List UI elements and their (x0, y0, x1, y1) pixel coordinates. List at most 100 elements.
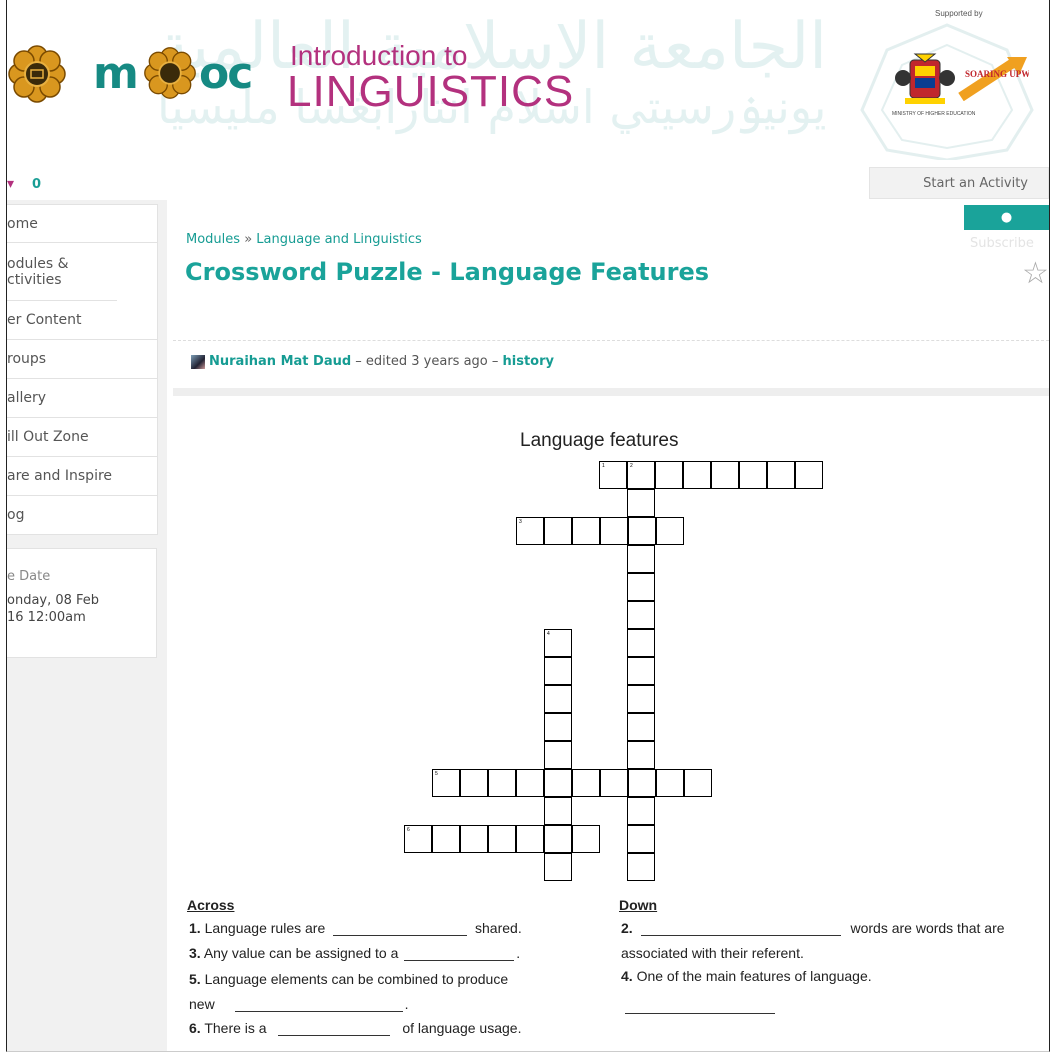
crossword-cell[interactable] (460, 769, 488, 797)
across-clue-6: 6. There is a of language usage. (189, 1020, 522, 1036)
soaring-upwards-logo-icon: SOARING UPWARDS (958, 57, 1029, 101)
due-date-line2: 16 12:00am (7, 610, 86, 625)
sidebar-item-gallery[interactable]: allery (7, 379, 157, 418)
crossword-cell[interactable] (655, 461, 683, 489)
answer-blank[interactable] (404, 946, 515, 961)
start-activity-button[interactable]: Start an Activity (869, 167, 1049, 199)
down-clue-4: 4. One of the main features of language. (621, 968, 872, 984)
crossword-cell[interactable] (544, 825, 572, 853)
breadcrumb-modules-link[interactable]: Modules (186, 232, 240, 247)
across-clue-3: 3. Any value can be assigned to a . (189, 945, 521, 961)
crossword-cell[interactable] (656, 769, 684, 797)
crossword-cell[interactable] (600, 769, 628, 797)
crossword-cell[interactable] (544, 853, 572, 881)
crossword-cell[interactable] (488, 769, 516, 797)
crossword-cell[interactable] (627, 601, 655, 629)
due-date-label: e Date (7, 569, 51, 584)
answer-blank[interactable] (640, 921, 841, 936)
crossword-cell[interactable] (544, 685, 572, 713)
subscribe-button[interactable]: ● (964, 205, 1049, 230)
crossword-cell[interactable] (544, 797, 572, 825)
crossword-cell[interactable]: 1 (599, 461, 627, 489)
crossword-cell[interactable] (628, 769, 656, 797)
history-link[interactable]: history (503, 354, 554, 369)
course-title-line2: LINGUISTICS (287, 67, 575, 116)
crossword-cell[interactable] (627, 657, 655, 685)
crossword-cell[interactable] (488, 825, 516, 853)
answer-blank[interactable] (333, 921, 468, 936)
crossword-cell[interactable] (432, 825, 460, 853)
crossword-cell[interactable] (739, 461, 767, 489)
subscribe-label: Subscribe (970, 236, 1034, 251)
partner-name-text: SOARING UPWARDS (965, 69, 1029, 79)
crossword-cell[interactable] (544, 769, 572, 797)
answer-blank[interactable] (625, 999, 775, 1014)
crossword-cell[interactable]: 4 (544, 629, 572, 657)
sidebar-item-user-content[interactable]: er Content (7, 301, 157, 340)
crossword-cell[interactable]: 6 (404, 825, 432, 853)
crossword-cell[interactable]: 5 (432, 769, 460, 797)
answer-blank[interactable] (234, 997, 403, 1012)
crossword-cell[interactable] (627, 825, 655, 853)
crossword-cell[interactable] (795, 461, 823, 489)
down-clue-2-cont: associated with their referent. (621, 945, 804, 961)
crossword-cell[interactable] (600, 517, 628, 545)
points-counter[interactable]: ▾ 0 (7, 170, 41, 198)
page-title: Crossword Puzzle - Language Features (185, 258, 710, 286)
crossword-cell[interactable] (627, 713, 655, 741)
down-clue-4-blank (625, 998, 775, 1014)
crossword-cell[interactable] (627, 573, 655, 601)
crossword-cell[interactable]: 2 (627, 461, 655, 489)
crossword-cell[interactable] (683, 461, 711, 489)
sidebar-item-modules-activities[interactable]: odules & ctivities (7, 243, 117, 301)
left-sidebar: ome odules & ctivities er Content roups … (7, 200, 167, 1051)
trophy-icon: ▾ (7, 176, 15, 192)
sidebar-item-home[interactable]: ome (7, 205, 157, 243)
crossword-cell[interactable] (627, 797, 655, 825)
cell-number: 4 (547, 631, 550, 637)
mooc-logo-text: m (93, 48, 139, 99)
crossword-cell[interactable] (572, 769, 600, 797)
crossword-cell[interactable] (656, 517, 684, 545)
sidebar-nav: ome odules & ctivities er Content roups … (7, 204, 158, 535)
sidebar-item-blog[interactable]: og (7, 496, 157, 534)
cell-number: 6 (407, 827, 410, 833)
crossword-cell[interactable] (516, 769, 544, 797)
crossword-cell[interactable] (544, 741, 572, 769)
course-title-line1: Introduction to (290, 40, 468, 71)
breadcrumb: Modules » Language and Linguistics (186, 232, 422, 247)
crossword-cell[interactable] (460, 825, 488, 853)
sidebar-item-share-inspire[interactable]: are and Inspire (7, 457, 157, 496)
crossword-cell[interactable] (627, 741, 655, 769)
author-avatar[interactable] (191, 354, 205, 369)
sidebar-item-chill-out-zone[interactable]: ill Out Zone (7, 418, 157, 457)
breadcrumb-current-link[interactable]: Language and Linguistics (256, 232, 421, 247)
crossword-cell[interactable] (544, 713, 572, 741)
sidebar-item-groups[interactable]: roups (7, 340, 157, 379)
cell-number: 2 (630, 463, 633, 469)
crossword-cell[interactable]: 3 (516, 517, 544, 545)
crossword-cell[interactable] (684, 769, 712, 797)
crossword-cell[interactable] (627, 629, 655, 657)
favorite-star-icon[interactable]: ☆ (1022, 256, 1049, 291)
crossword-cell[interactable] (627, 685, 655, 713)
across-clue-5-cont: new . (189, 996, 409, 1012)
crossword-cell[interactable] (627, 545, 655, 573)
crossword-cell[interactable] (544, 657, 572, 685)
answer-blank[interactable] (278, 1021, 391, 1036)
crossword-cell[interactable] (628, 517, 656, 545)
edited-text: – edited 3 years ago – (351, 354, 503, 369)
breadcrumb-separator: » (244, 232, 253, 247)
crossword-cell[interactable] (572, 825, 600, 853)
crossword-cell[interactable] (572, 517, 600, 545)
browser-frame: الجامعة الاسلامية العالمية يونيۏرسيتي اس… (6, 0, 1050, 1052)
globe-icon: ● (1000, 210, 1013, 225)
due-date-line1: onday, 08 Feb (7, 593, 100, 608)
author-link[interactable]: Nuraihan Mat Daud (209, 354, 351, 369)
crossword-cell[interactable] (767, 461, 795, 489)
crossword-cell[interactable] (627, 853, 655, 881)
crossword-cell[interactable] (544, 517, 572, 545)
crossword-cell[interactable] (516, 825, 544, 853)
crossword-cell[interactable] (711, 461, 739, 489)
crossword-cell[interactable] (627, 489, 655, 517)
